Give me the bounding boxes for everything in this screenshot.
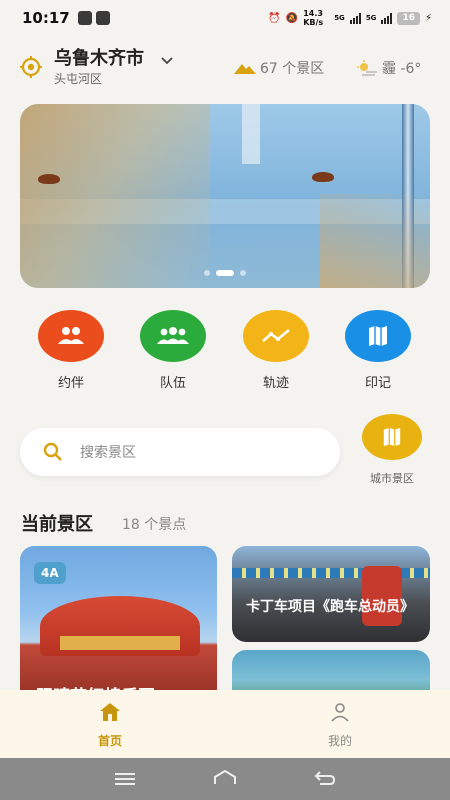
battery-level: 16 [397,11,420,25]
section-title: 当前景区 [21,514,93,535]
scenic-count: 67 个景区 [234,58,324,78]
haze-sun-icon [357,60,377,76]
net-speed: 14.3 KB/s [303,9,324,27]
tab-home[interactable]: 首页 [70,702,150,749]
city-scenic-button[interactable]: 城市景区 [352,414,432,486]
banner-carousel[interactable] [20,104,430,288]
quick-action-label: 队伍 [159,376,186,391]
banner-building [242,104,260,164]
status-indicators: ⏰ 🔕 14.3 KB/s 5G 5G 16 ⚡ [268,9,432,27]
scenic-card[interactable]: 4A 阳晴花红棉乐园 [20,546,217,706]
home-icon [100,703,120,721]
app-notification-icon [77,11,92,25]
status-bar: 10:17 ⏰ 🔕 14.3 KB/s 5G 5G 16 ⚡ [0,0,450,36]
bottom-tab-bar: 首页 我的 [0,690,450,758]
banner-duck [38,174,60,184]
quick-actions: 约伴 队伍 轨迹 印记 [0,310,450,394]
home-nav-icon[interactable] [213,770,237,786]
map-book-icon [345,310,411,362]
weather-text: 霾 -6° [382,61,422,77]
mute-icon: 🔕 [285,12,299,24]
scenic-card[interactable]: 卡丁车项目《跑车总动员》 [232,546,430,642]
alarm-icon: ⏰ [268,12,281,24]
status-time: 10:17 [22,9,70,27]
app-notification-icon [95,11,110,25]
banner-duck [312,172,334,182]
banner-reeds [20,104,210,288]
search-bar[interactable]: 搜索景区 [20,428,340,476]
quick-action-team[interactable]: 队伍 [133,310,213,391]
chevron-down-icon[interactable] [160,56,174,66]
card-image [60,636,180,650]
scenic-count-text: 67 个景区 [260,61,325,77]
search-icon [43,442,62,461]
mountain-icon [234,64,256,74]
rating-badge: 4A [34,562,66,584]
charging-icon: ⚡ [424,12,432,24]
quick-action-mark[interactable]: 印记 [338,310,418,391]
location-header: 乌鲁木齐市 头屯河区 67 个景区 霾 -6° [0,38,450,94]
carousel-dot[interactable] [204,270,210,276]
quick-action-companion[interactable]: 约伴 [31,310,111,391]
back-icon[interactable] [314,770,336,786]
signal-1-icon [349,12,361,24]
quick-action-label: 约伴 [57,376,84,391]
city-selector[interactable]: 乌鲁木齐市 [54,44,144,70]
section-count: 18 个景点 [122,517,187,533]
carousel-dot-active[interactable] [216,270,234,276]
quick-action-label: 印记 [364,376,391,391]
tab-mine[interactable]: 我的 [300,702,380,749]
quick-action-track[interactable]: 轨迹 [236,310,316,391]
people-pair-icon [38,310,104,362]
district-label: 头屯河区 [54,72,103,86]
user-icon [331,703,349,722]
card-image [362,566,402,626]
search-input[interactable]: 搜索景区 [80,442,136,462]
card-title: 卡丁车项目《跑车总动员》 [246,599,414,615]
city-scenic-label: 城市景区 [370,472,414,485]
system-nav-bar [0,758,450,800]
group-icon [140,310,206,362]
signal-2-icon [381,12,393,24]
quick-action-label: 轨迹 [262,376,289,391]
tab-label: 首页 [97,734,122,748]
carousel-dot[interactable] [240,270,246,276]
trend-line-icon [243,310,309,362]
menu-icon[interactable] [115,772,135,786]
location-icon[interactable] [20,56,42,78]
tab-label: 我的 [327,734,352,748]
map-icon[interactable] [362,414,422,460]
signal-1-label: 5G [334,14,345,22]
weather: 霾 -6° [356,58,421,78]
carousel-indicator [20,270,430,276]
signal-2-label: 5G [365,14,377,22]
